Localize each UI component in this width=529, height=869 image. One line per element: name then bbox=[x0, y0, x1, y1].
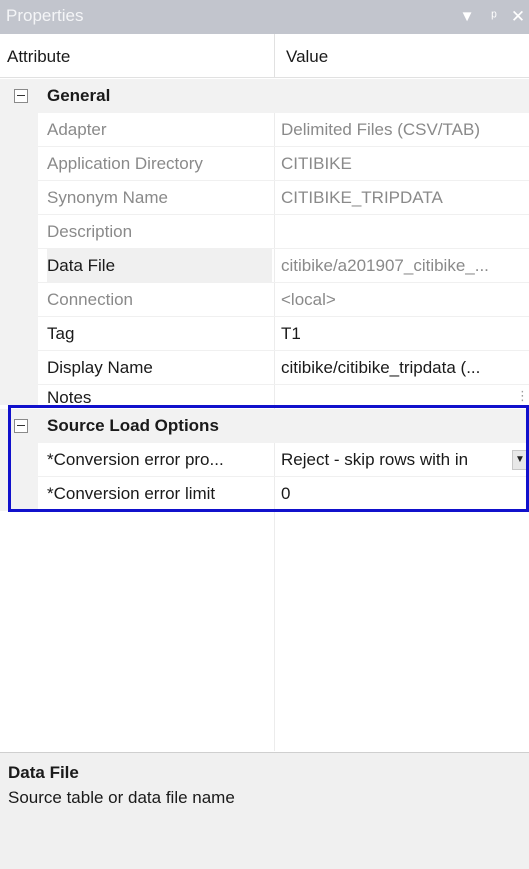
row-gutter bbox=[0, 147, 38, 181]
property-name: Notes bbox=[47, 388, 92, 405]
property-row-synonym-name[interactable]: Synonym Name CITIBIKE_TRIPDATA bbox=[0, 181, 529, 215]
row-gutter bbox=[0, 385, 38, 405]
caret-down-icon[interactable]: ▼ bbox=[455, 5, 479, 29]
row-gutter bbox=[0, 283, 38, 317]
property-name: Adapter bbox=[47, 120, 107, 139]
description-text: Source table or data file name bbox=[8, 788, 235, 807]
more-options-icon[interactable]: ⋮ bbox=[516, 387, 529, 405]
property-name: Connection bbox=[47, 290, 134, 309]
property-row-application-directory[interactable]: Application Directory CITIBIKE bbox=[0, 147, 529, 181]
property-name: Description bbox=[47, 222, 133, 241]
property-row-notes[interactable]: Notes ⋮ bbox=[0, 385, 529, 405]
property-name: Application Directory bbox=[47, 154, 203, 173]
property-row-description[interactable]: Description bbox=[0, 215, 529, 249]
property-name: Tag bbox=[47, 324, 75, 343]
property-grid: General Adapter Delimited Files (CSV/TAB… bbox=[0, 79, 529, 751]
highlight-box bbox=[8, 405, 529, 512]
property-value: CITIBIKE_TRIPDATA bbox=[281, 188, 443, 207]
category-label: General bbox=[47, 86, 111, 105]
property-value[interactable]: T1 bbox=[281, 317, 529, 351]
row-gutter bbox=[0, 317, 38, 351]
property-value: CITIBIKE bbox=[281, 154, 352, 173]
property-value: <local> bbox=[281, 290, 336, 309]
pin-icon[interactable]: ᵖ bbox=[484, 5, 504, 29]
property-row-data-file[interactable]: Data File citibike/a201907_citibike_... bbox=[0, 249, 529, 283]
property-value[interactable]: citibike/citibike_tripdata (... bbox=[281, 351, 529, 385]
row-gutter bbox=[0, 181, 38, 215]
property-name: Synonym Name bbox=[47, 188, 168, 207]
property-value: Delimited Files (CSV/TAB) bbox=[281, 120, 480, 139]
panel-title: Properties bbox=[6, 6, 84, 25]
property-row-connection[interactable]: Connection <local> bbox=[0, 283, 529, 317]
description-pane: Data File Source table or data file name bbox=[0, 752, 529, 869]
column-header-attribute[interactable]: Attribute bbox=[7, 34, 70, 78]
grid-header: Attribute Value bbox=[0, 34, 529, 78]
collapse-icon[interactable] bbox=[14, 89, 28, 103]
property-row-adapter[interactable]: Adapter Delimited Files (CSV/TAB) bbox=[0, 113, 529, 147]
column-divider[interactable] bbox=[274, 34, 275, 78]
row-gutter bbox=[0, 351, 38, 385]
property-value: citibike/a201907_citibike_... bbox=[281, 256, 489, 275]
property-row-tag[interactable]: Tag T1 bbox=[0, 317, 529, 351]
properties-titlebar: Properties ▼ ᵖ ✕ bbox=[0, 0, 529, 34]
row-gutter bbox=[0, 249, 38, 283]
row-gutter bbox=[0, 215, 38, 249]
column-header-value[interactable]: Value bbox=[286, 34, 328, 78]
description-title: Data File bbox=[8, 763, 79, 782]
property-name: Display Name bbox=[47, 358, 153, 377]
property-row-display-name[interactable]: Display Name citibike/citibike_tripdata … bbox=[0, 351, 529, 385]
row-gutter bbox=[0, 113, 38, 147]
close-icon[interactable]: ✕ bbox=[508, 5, 528, 29]
property-name: Data File bbox=[47, 249, 272, 283]
category-general[interactable]: General bbox=[0, 79, 529, 113]
